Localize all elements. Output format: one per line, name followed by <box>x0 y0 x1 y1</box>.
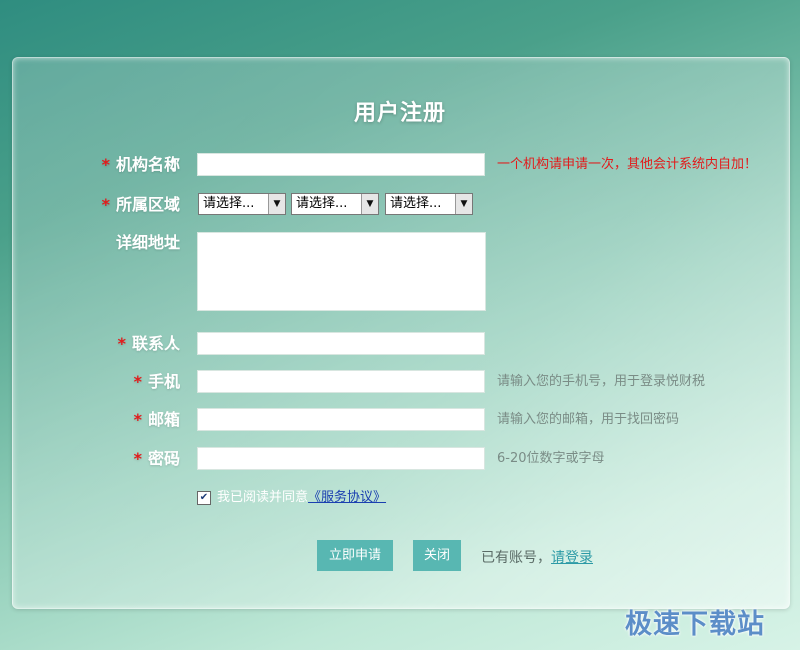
agreement-row: ✔ 我已阅读并同意《服务协议》 <box>197 488 386 508</box>
phone-hint: 请输入您的手机号，用于登录悦财税 <box>497 374 706 389</box>
agreement-checkbox[interactable]: ✔ <box>197 490 211 505</box>
required-mark: * <box>133 410 142 429</box>
region-row: * 所属区域 ： 请选择... ▼ 请选择... ▼ 请选择... ▼ <box>0 193 800 217</box>
colon: ： <box>169 449 186 468</box>
colon: ： <box>169 195 186 214</box>
colon: ： <box>169 372 186 391</box>
colon: ： <box>169 410 186 429</box>
email-input[interactable] <box>197 408 485 431</box>
phone-input[interactable] <box>197 370 485 393</box>
page-title: 用户注册 <box>353 101 446 126</box>
colon: ： <box>169 155 186 174</box>
password-row: * 密码 ： 6-20位数字或字母 <box>0 447 800 471</box>
org-name-input[interactable] <box>197 153 485 176</box>
required-mark: * <box>133 372 142 391</box>
login-prompt: 已有账号，请登录 <box>481 547 593 567</box>
address-textarea[interactable] <box>197 232 486 311</box>
required-mark: * <box>133 449 142 468</box>
watermark: 极速下载站 <box>625 609 765 640</box>
contact-input[interactable] <box>197 332 485 355</box>
city-select[interactable]: 请选择... ▼ <box>291 193 379 215</box>
required-mark: * <box>101 155 110 174</box>
close-button[interactable]: 关闭 <box>413 540 461 571</box>
province-select[interactable]: 请选择... ▼ <box>198 193 286 215</box>
org-name-row: * 机构名称 ： 一个机构请申请一次，其他会计系统内自加！ <box>0 153 800 177</box>
login-prompt-text: 已有账号， <box>481 550 551 566</box>
password-input[interactable] <box>197 447 485 470</box>
login-link[interactable]: 请登录 <box>551 550 593 566</box>
colon: ： <box>169 334 186 353</box>
colon: ： <box>169 233 186 252</box>
phone-row: * 手机 ： 请输入您的手机号，用于登录悦财税 <box>0 370 800 394</box>
dropdown-arrow-icon: ▼ <box>268 194 285 214</box>
dropdown-arrow-icon: ▼ <box>455 194 472 214</box>
required-mark: * <box>101 195 110 214</box>
email-row: * 邮箱 ： 请输入您的邮箱，用于找回密码 <box>0 408 800 432</box>
contact-row: * 联系人 ： <box>0 332 800 356</box>
email-hint: 请输入您的邮箱，用于找回密码 <box>497 412 680 427</box>
agreement-text: 我已阅读并同意 <box>217 490 309 505</box>
required-mark: * <box>117 334 126 353</box>
org-name-hint: 一个机构请申请一次，其他会计系统内自加！ <box>497 157 758 172</box>
submit-button[interactable]: 立即申请 <box>317 540 393 571</box>
dropdown-arrow-icon: ▼ <box>361 194 378 214</box>
password-hint: 6-20位数字或字母 <box>497 451 605 466</box>
district-select[interactable]: 请选择... ▼ <box>385 193 473 215</box>
service-agreement-link[interactable]: 《服务协议》 <box>308 490 386 505</box>
